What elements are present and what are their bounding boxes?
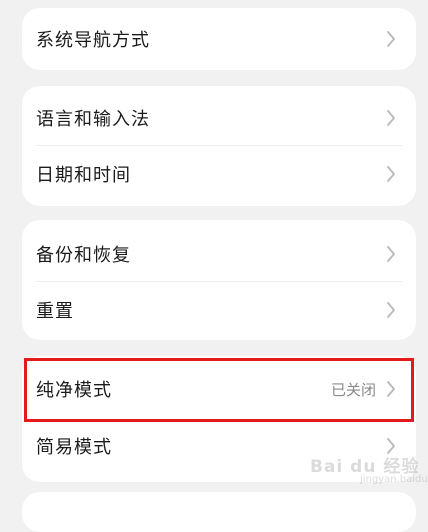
row-date-time[interactable]: 日期和时间 <box>22 146 416 202</box>
chevron-right-icon <box>384 301 398 319</box>
chevron-right-icon <box>384 245 398 263</box>
row-label: 系统导航方式 <box>36 30 150 51</box>
row-pure-mode[interactable]: 纯净模式 已关闭 <box>22 361 416 417</box>
row-label: 语言和输入法 <box>36 109 150 130</box>
row-reset[interactable]: 重置 <box>22 282 416 338</box>
row-label: 重置 <box>36 301 74 322</box>
row-label: 纯净模式 <box>36 380 112 401</box>
chevron-right-icon <box>384 165 398 183</box>
baidu-watermark: Bai du 经验 jingyan.baidu.com <box>310 452 428 485</box>
row-label: 备份和恢复 <box>36 245 131 266</box>
row-label: 日期和时间 <box>36 165 131 186</box>
settings-group-navigation: 系统导航方式 <box>22 8 416 70</box>
row-backup-restore[interactable]: 备份和恢复 <box>22 226 416 282</box>
row-system-navigation[interactable]: 系统导航方式 <box>22 11 416 67</box>
chevron-right-icon <box>384 30 398 48</box>
pure-mode-status: 已关闭 <box>330 380 376 399</box>
watermark-url: jingyan.baidu.com <box>360 474 428 485</box>
settings-group-language-date: 语言和输入法 日期和时间 <box>22 86 416 206</box>
chevron-right-icon <box>384 380 398 398</box>
row-language-input[interactable]: 语言和输入法 <box>22 90 416 146</box>
settings-group-backup-reset: 备份和恢复 重置 <box>22 220 416 340</box>
settings-group-next <box>22 492 416 532</box>
chevron-right-icon <box>384 109 398 127</box>
